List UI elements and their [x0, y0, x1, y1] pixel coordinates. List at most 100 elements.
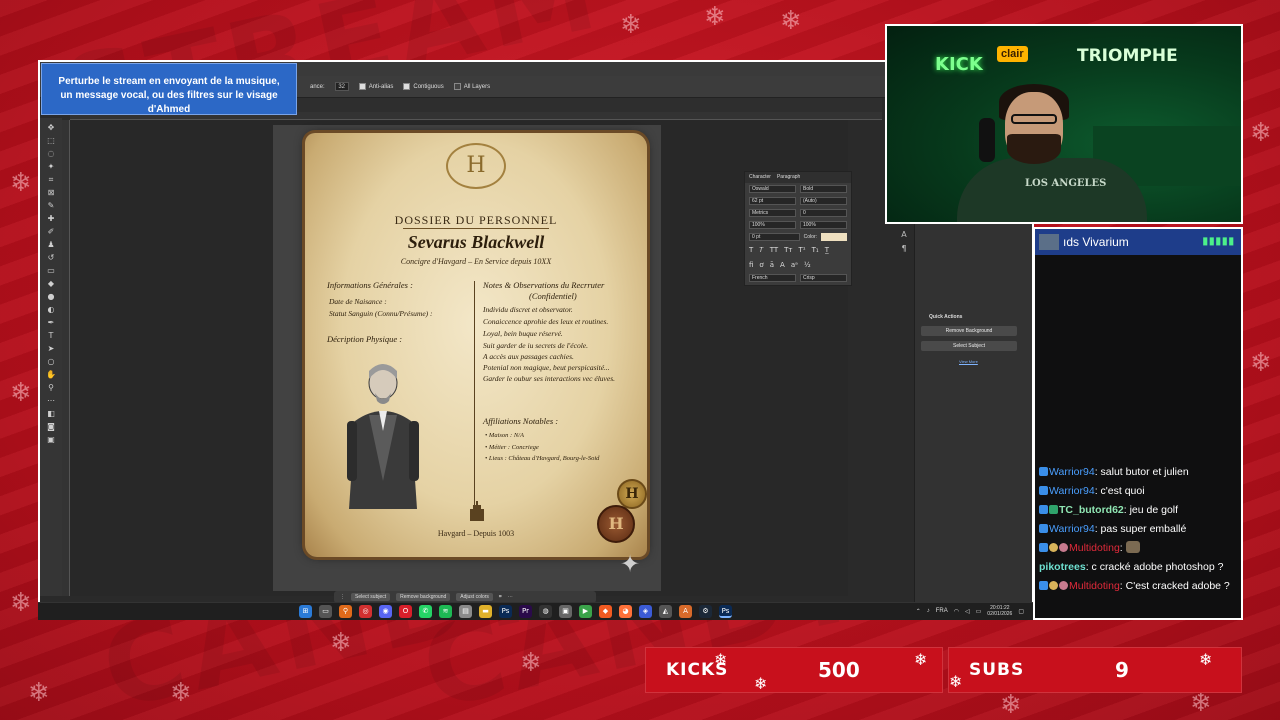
chat-username[interactable]: Warrior94	[1049, 523, 1095, 535]
ordinal-button[interactable]: aᵃ	[791, 261, 798, 269]
faux-bold-button[interactable]: T	[749, 246, 753, 255]
horizontal-scale-input[interactable]: 100%	[800, 221, 847, 229]
opera-icon[interactable]: O	[399, 605, 412, 618]
paragraph-icon[interactable]: ¶	[899, 244, 909, 254]
tab-character[interactable]: Character	[749, 174, 771, 181]
tolerance-input[interactable]: 32	[334, 82, 349, 91]
swash-button[interactable]: ơ	[759, 261, 763, 269]
folder-icon[interactable]: ▬	[479, 605, 492, 618]
zoom-tool-icon[interactable]: ⚲	[45, 382, 57, 393]
chat-username[interactable]: Warrior94	[1049, 485, 1095, 497]
aseprite-icon[interactable]: A	[679, 605, 692, 618]
chat-username[interactable]: Multidoting	[1069, 580, 1120, 592]
stamp-tool-icon[interactable]: ♟	[45, 239, 57, 250]
brave-icon[interactable]: ◆	[599, 605, 612, 618]
lasso-tool-icon[interactable]: ◌	[45, 148, 57, 159]
grip-icon[interactable]: ⋮	[340, 594, 345, 600]
healing-tool-icon[interactable]: ✚	[45, 213, 57, 224]
clock[interactable]: 20:01:22 02/01/2026	[987, 605, 1012, 617]
tab-paragraph[interactable]: Paragraph	[777, 174, 800, 181]
explorer-icon[interactable]: ▭	[319, 605, 332, 618]
adjust-colors-ctx-button[interactable]: Adjust colors	[456, 593, 493, 601]
view-more-link[interactable]: View More	[959, 359, 978, 364]
mic-icon[interactable]: ♪	[927, 608, 930, 614]
magic-wand-tool-icon[interactable]: ✦	[45, 161, 57, 172]
files-icon[interactable]: ▤	[459, 605, 472, 618]
language-select[interactable]: French	[749, 274, 796, 282]
color-swatches-icon[interactable]: ◧	[45, 408, 57, 419]
select-subject-button[interactable]: Select Subject	[921, 341, 1017, 351]
play-icon[interactable]: ▶	[579, 605, 592, 618]
underline-button[interactable]: T̲	[825, 246, 829, 255]
volume-icon[interactable]: ◁	[965, 608, 970, 615]
language-indicator[interactable]: FRA	[936, 608, 948, 614]
steam-icon[interactable]: ⚙	[699, 605, 712, 618]
remove-background-ctx-button[interactable]: Remove background	[396, 593, 451, 601]
shape-tool-icon[interactable]: ○	[45, 356, 57, 367]
bucket-tool-icon[interactable]: ◆	[45, 278, 57, 289]
leading-input[interactable]: (Auto)	[800, 197, 847, 205]
quick-mask-icon[interactable]: ◙	[45, 421, 57, 432]
pen-tool-icon[interactable]: ✒	[45, 317, 57, 328]
discord-icon[interactable]: ◉	[379, 605, 392, 618]
frame-tool-icon[interactable]: ⊠	[45, 187, 57, 198]
search-icon[interactable]: ⚲	[339, 605, 352, 618]
crop-icon[interactable]: ⌗	[499, 594, 502, 600]
dodge-tool-icon[interactable]: ◐	[45, 304, 57, 315]
fraction-button[interactable]: ½	[804, 261, 811, 269]
path-selection-icon[interactable]: ➤	[45, 343, 57, 354]
all-caps-button[interactable]: TT	[770, 246, 778, 255]
history-brush-icon[interactable]: ↺	[45, 252, 57, 263]
spotify-icon[interactable]: ≋	[439, 605, 452, 618]
titling-button[interactable]: A	[780, 261, 785, 269]
ligature-button[interactable]: ﬁ	[749, 261, 753, 269]
subscript-button[interactable]: T₁	[812, 246, 819, 255]
small-caps-button[interactable]: Tт	[784, 246, 792, 255]
recorder-icon[interactable]: ◎	[359, 605, 372, 618]
font-size-input[interactable]: 62 pt	[749, 197, 796, 205]
superscript-button[interactable]: T¹	[799, 246, 806, 255]
obs-icon[interactable]: ◍	[539, 605, 552, 618]
screen-mode-icon[interactable]: ▣	[45, 434, 57, 445]
battery-icon[interactable]: ▭	[976, 608, 982, 615]
kerning-select[interactable]: Metrics	[749, 209, 796, 217]
eyedropper-tool-icon[interactable]: ✎	[45, 200, 57, 211]
baseline-input[interactable]: 0 pt	[749, 233, 800, 241]
font-style-select[interactable]: Bold	[800, 185, 847, 193]
stylistic-button[interactable]: ā	[770, 261, 774, 269]
marquee-tool-icon[interactable]: ⬚	[45, 135, 57, 146]
select-subject-ctx-button[interactable]: Select subject	[351, 593, 391, 601]
blur-tool-icon[interactable]: ●	[45, 291, 57, 302]
chevron-up-icon[interactable]: ⌃	[916, 608, 921, 615]
vertical-scale-input[interactable]: 100%	[749, 221, 796, 229]
app-icon[interactable]: ▣	[559, 605, 572, 618]
move-tool-icon[interactable]: ✥	[45, 122, 57, 133]
firefox-icon[interactable]: ◕	[619, 605, 632, 618]
windows-icon[interactable]: ⊞	[299, 605, 312, 618]
crop-tool-icon[interactable]: ⌗	[45, 174, 57, 185]
faux-italic-button[interactable]: 𝑇	[759, 246, 763, 255]
text-color-swatch[interactable]	[821, 233, 847, 241]
contiguous-checkbox[interactable]: Contiguous	[403, 83, 444, 90]
whatsapp-icon[interactable]: ✆	[419, 605, 432, 618]
font-family-select[interactable]: Oswald	[749, 185, 796, 193]
tracking-input[interactable]: 0	[800, 209, 847, 217]
more-icon[interactable]: ⋯	[508, 594, 513, 600]
hand-tool-icon[interactable]: ✋	[45, 369, 57, 380]
browser-icon[interactable]: ◈	[639, 605, 652, 618]
all-layers-checkbox[interactable]: All Layers	[453, 83, 490, 90]
antialias-select[interactable]: Crisp	[800, 274, 847, 282]
brush-tool-icon[interactable]: ✐	[45, 226, 57, 237]
chat-username[interactable]: TC_butord62	[1059, 504, 1124, 516]
more-tools-icon[interactable]: ⋯	[45, 395, 57, 406]
chat-username[interactable]: Multidoting	[1069, 542, 1120, 554]
eraser-tool-icon[interactable]: ▭	[45, 265, 57, 276]
wifi-icon[interactable]: ◠	[954, 608, 959, 615]
type-tool-icon[interactable]: T	[45, 330, 57, 341]
anti-alias-checkbox[interactable]: Anti-alias	[358, 83, 393, 90]
chat-username[interactable]: Warrior94	[1049, 466, 1095, 478]
notification-icon[interactable]: ▢	[1018, 608, 1024, 615]
character-icon[interactable]: A	[899, 230, 909, 240]
photoshop-icon[interactable]: Ps	[499, 605, 512, 618]
premiere-icon[interactable]: Pr	[519, 605, 532, 618]
